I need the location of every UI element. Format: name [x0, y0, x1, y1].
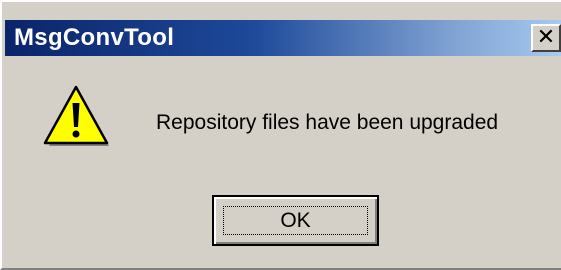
title-bar[interactable]: MsgConvTool ✕ [5, 20, 561, 56]
ok-button-label: OK [280, 208, 311, 232]
warning-icon [43, 85, 109, 146]
ok-button[interactable]: OK [212, 195, 379, 246]
close-button[interactable]: ✕ [531, 24, 561, 52]
warning-icon-dot [72, 130, 80, 138]
message-dialog: MsgConvTool ✕ Repository files have been… [0, 0, 561, 270]
dialog-message: Repository files have been upgraded [156, 111, 499, 134]
window-title: MsgConvTool [14, 24, 175, 51]
close-icon: ✕ [536, 25, 556, 50]
